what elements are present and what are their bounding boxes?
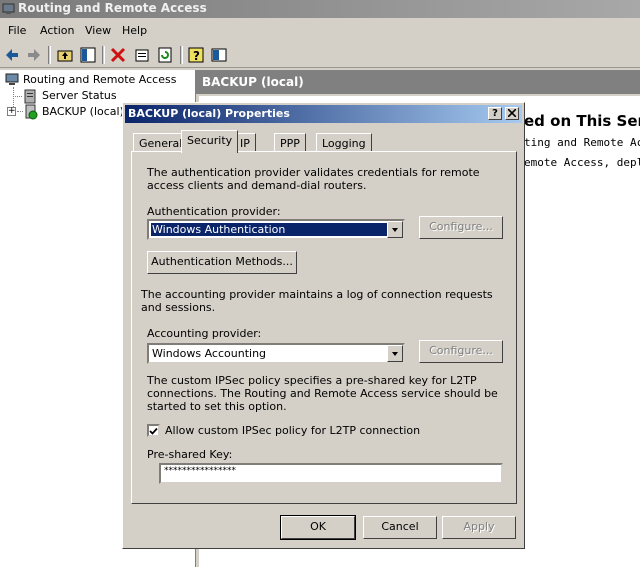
chevron-down-icon[interactable] [387, 221, 403, 238]
tab-ppp[interactable]: PPP [274, 133, 306, 151]
properties-icon[interactable] [132, 45, 152, 65]
forward-icon[interactable] [24, 45, 44, 65]
tab-security[interactable]: Security [181, 130, 239, 153]
authentication-methods-button[interactable]: Authentication Methods... [147, 251, 297, 274]
pre-shared-key-input[interactable]: **************** [159, 463, 503, 484]
accounting-configure-button[interactable]: Configure... [419, 340, 503, 363]
auth-configure-button[interactable]: Configure... [419, 216, 503, 239]
routing-root-icon [5, 73, 19, 85]
details-heading: ed on This Serv [524, 112, 640, 130]
dialog-help-button[interactable]: ? [488, 107, 502, 120]
tree-root-label[interactable]: Routing and Remote Access [23, 73, 176, 86]
app-title: Routing and Remote Access [18, 1, 207, 15]
details-text-line: ting and Remote Ac [524, 136, 640, 149]
tab-logging[interactable]: Logging [316, 133, 372, 151]
back-icon[interactable] [2, 45, 22, 65]
accounting-provider-label: Accounting provider: [147, 327, 262, 340]
server-up-icon [25, 104, 38, 120]
chevron-down-icon[interactable] [387, 345, 403, 362]
svg-text:?: ? [193, 49, 200, 63]
menu-action[interactable]: Action [40, 24, 74, 37]
tree-item-backup-local[interactable]: BACKUP (local) [42, 105, 124, 118]
ok-button[interactable]: OK [280, 515, 356, 540]
ipsec-description: The custom IPSec policy specifies a pre-… [147, 374, 498, 413]
up-folder-icon[interactable] [55, 45, 75, 65]
accounting-provider-select[interactable]: Windows Accounting [147, 343, 405, 364]
auth-provider-label: Authentication provider: [147, 205, 281, 218]
cancel-button[interactable]: Cancel [363, 516, 437, 539]
expand-toggle[interactable]: + [7, 107, 16, 116]
dialog-title-bar: BACKUP (local) Properties ? [125, 105, 522, 123]
tree-item-server-status[interactable]: Server Status [42, 89, 117, 102]
accounting-provider-value: Windows Accounting [152, 347, 267, 360]
menu-file[interactable]: File [8, 24, 26, 37]
routing-app-icon [2, 3, 15, 14]
dialog-title: BACKUP (local) Properties [128, 107, 290, 120]
app-title-bar: Routing and Remote Access [0, 0, 640, 18]
details-header: BACKUP (local) [196, 70, 640, 96]
properties-dialog: BACKUP (local) Properties ? General Secu… [122, 102, 525, 549]
toolbar-separator [180, 46, 183, 64]
toolbar-separator [102, 46, 105, 64]
pre-shared-key-value: **************** [164, 466, 236, 476]
delete-icon[interactable] [108, 45, 128, 65]
ipsec-policy-label[interactable]: Allow custom IPSec policy for L2TP conne… [165, 424, 420, 437]
pre-shared-key-label: Pre-shared Key: [147, 448, 233, 461]
show-hide-tree-icon[interactable] [78, 45, 98, 65]
menu-help[interactable]: Help [122, 24, 147, 37]
details-header-title: BACKUP (local) [202, 75, 304, 89]
toolbar: ? [0, 43, 640, 68]
close-icon [507, 108, 517, 118]
details-text-line: emote Access, deplo [524, 156, 640, 169]
ipsec-policy-checkbox[interactable] [147, 424, 160, 437]
dialog-close-button[interactable] [505, 107, 519, 120]
auth-provider-value: Windows Authentication [150, 222, 388, 237]
checkmark-icon [149, 427, 158, 435]
toolbar-separator [48, 46, 51, 64]
auth-description: The authentication provider validates cr… [147, 166, 480, 192]
help-icon[interactable]: ? [186, 45, 206, 65]
menu-bar: File Action View Help [0, 21, 640, 41]
apply-button[interactable]: Apply [442, 516, 516, 539]
server-status-icon [24, 89, 36, 104]
refresh-icon[interactable] [155, 45, 175, 65]
auth-provider-select[interactable]: Windows Authentication [147, 219, 405, 240]
tree-line [13, 96, 22, 98]
console-icon[interactable] [209, 45, 229, 65]
accounting-description: The accounting provider maintains a log … [141, 288, 493, 314]
menu-view[interactable]: View [85, 24, 111, 37]
